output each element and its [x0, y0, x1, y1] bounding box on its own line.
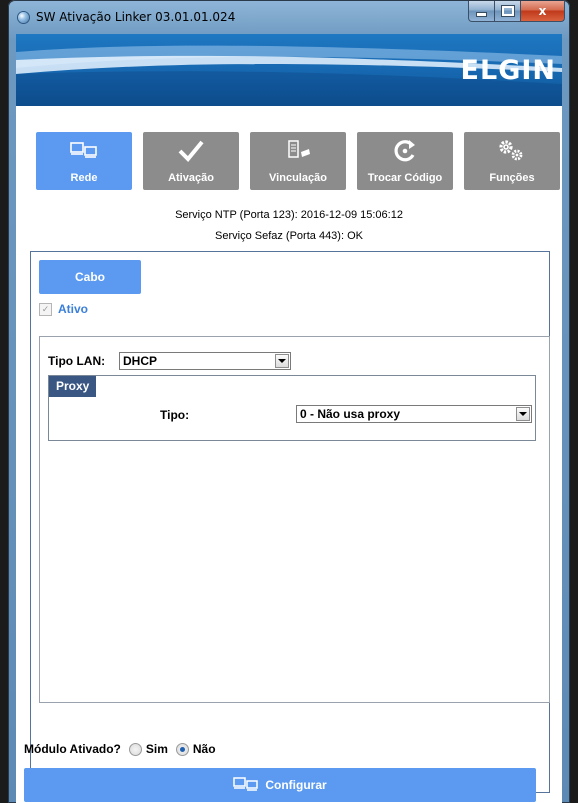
modulo-ativado-label: Módulo Ativado? — [24, 742, 121, 756]
tile-ativacao-label: Ativação — [168, 172, 214, 184]
sefaz-status: Serviço Sefaz (Porta 443): OK — [215, 230, 363, 242]
ativo-checkbox[interactable]: ✓ — [39, 302, 52, 316]
link-device-icon — [288, 140, 310, 158]
minimize-button[interactable] — [468, 1, 495, 22]
configurar-label: Configurar — [265, 778, 327, 792]
tipo-lan-select[interactable]: DHCP — [119, 352, 291, 370]
gears-icon — [499, 140, 523, 161]
sim-label[interactable]: Sim — [146, 742, 168, 756]
chevron-down-icon[interactable] — [275, 354, 289, 368]
proxy-tipo-value: 0 - Não usa proxy — [300, 407, 401, 421]
refresh-icon — [394, 140, 415, 162]
tile-funcoes[interactable]: Funções — [464, 132, 560, 190]
tile-ativacao[interactable]: Ativação — [143, 132, 239, 190]
checkmark-icon — [178, 140, 204, 162]
tile-trocar-codigo-label: Trocar Código — [367, 172, 443, 184]
nao-label[interactable]: Não — [193, 742, 216, 756]
close-button[interactable]: x — [520, 1, 565, 22]
title-bar[interactable]: SW Ativação Linker 03.01.01.024 x — [8, 0, 570, 34]
header-banner: ELGIN — [16, 34, 562, 106]
window-title: SW Ativação Linker 03.01.01.024 — [36, 10, 236, 24]
sim-radio[interactable] — [128, 742, 142, 756]
tile-rede[interactable]: Rede — [36, 132, 132, 190]
app-window: SW Ativação Linker 03.01.01.024 x ELGIN — [8, 0, 570, 803]
modulo-ativado-row: Módulo Ativado? Sim Não — [24, 742, 216, 756]
maximize-icon — [501, 6, 514, 16]
monitors-icon — [70, 142, 97, 158]
main-content: Rede Ativação Vinculação Trocar Código F… — [16, 106, 562, 803]
cabo-button[interactable]: Cabo — [39, 260, 141, 294]
close-icon: x — [538, 4, 547, 18]
ativo-checkbox-row[interactable]: ✓ Ativo — [39, 302, 88, 316]
proxy-tipo-label: Tipo: — [160, 408, 190, 422]
proxy-group: Proxy Tipo: 0 - Não usa proxy — [48, 375, 536, 441]
network-panel: Cabo ✓ Ativo Tipo LAN: DHCP Proxy Tipo: — [30, 251, 550, 793]
minimize-icon — [477, 13, 486, 16]
tile-trocar-codigo[interactable]: Trocar Código — [357, 132, 453, 190]
tile-vinculacao-label: Vinculação — [269, 172, 327, 184]
tile-rede-label: Rede — [70, 172, 98, 184]
ntp-status: Serviço NTP (Porta 123): 2016-12-09 15:0… — [175, 209, 403, 221]
tipo-lan-value: DHCP — [123, 354, 158, 368]
proxy-tipo-select[interactable]: 0 - Não usa proxy — [296, 405, 532, 423]
ativo-label: Ativo — [58, 302, 88, 316]
client-area: ELGIN Rede Ativação Vinculação Trocar Có… — [16, 34, 562, 803]
tile-vinculacao[interactable]: Vinculação — [250, 132, 346, 190]
nao-radio[interactable] — [175, 742, 189, 756]
configurar-button[interactable]: Configurar — [24, 768, 536, 802]
maximize-button[interactable] — [494, 1, 521, 22]
monitors-icon — [233, 777, 259, 791]
tile-funcoes-label: Funções — [489, 172, 535, 184]
proxy-header: Proxy — [49, 376, 97, 397]
chevron-down-icon[interactable] — [516, 407, 530, 421]
tipo-lan-label: Tipo LAN: — [48, 354, 106, 368]
app-icon[interactable] — [18, 12, 29, 23]
lan-config-group: Tipo LAN: DHCP Proxy Tipo: 0 - Não usa p… — [39, 336, 550, 703]
brand-logo: ELGIN — [460, 55, 556, 86]
